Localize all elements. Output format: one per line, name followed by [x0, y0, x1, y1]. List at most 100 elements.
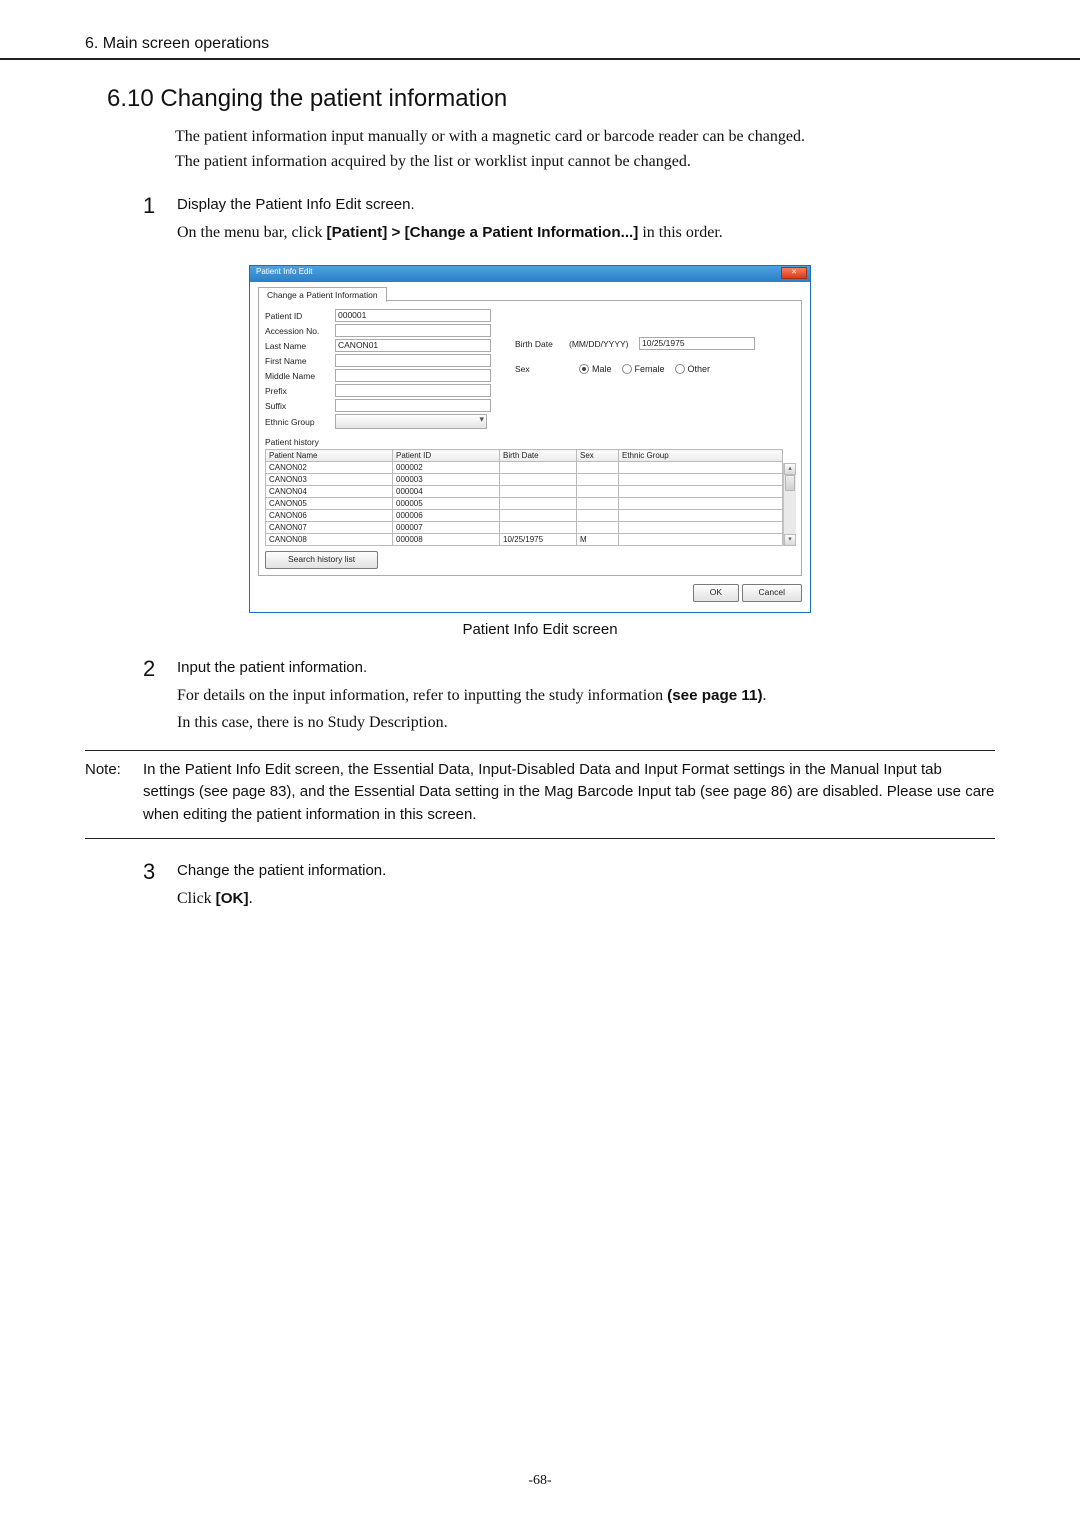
note-label: Note:	[85, 759, 143, 827]
birth-date-hint: (MM/DD/YYYY)	[569, 339, 639, 349]
step-3-number: 3	[143, 859, 177, 885]
table-row[interactable]: CANON0800000810/25/1975M	[266, 534, 783, 546]
col-sex[interactable]: Sex	[577, 450, 619, 462]
middle-name-input[interactable]	[335, 369, 491, 382]
first-name-label: First Name	[265, 356, 335, 366]
cell-birth	[500, 498, 577, 510]
step-2-number: 2	[143, 656, 177, 682]
scroll-down-icon[interactable]: ▾	[784, 534, 796, 546]
cancel-button[interactable]: Cancel	[742, 584, 802, 602]
step-2-desc-2: In this case, there is no Study Descript…	[177, 711, 995, 736]
patient-id-input[interactable]: 000001	[335, 309, 491, 322]
cell-name: CANON03	[266, 474, 393, 486]
sex-other-label: Other	[688, 364, 711, 374]
cell-id: 000005	[393, 498, 500, 510]
accession-label: Accession No.	[265, 326, 335, 336]
cell-sex	[577, 474, 619, 486]
step-3-desc: Click [OK].	[177, 887, 995, 912]
close-icon[interactable]: ✕	[781, 267, 807, 279]
cell-birth	[500, 510, 577, 522]
step-2-desc-c: .	[763, 687, 767, 704]
cell-name: CANON05	[266, 498, 393, 510]
sex-other-radio[interactable]	[675, 364, 685, 374]
history-scrollbar[interactable]: ▴ ▾	[783, 463, 796, 546]
sex-male-radio[interactable]	[579, 364, 589, 374]
cell-eth	[619, 474, 783, 486]
scroll-up-icon[interactable]: ▴	[784, 463, 796, 475]
step-3-title: Change the patient information.	[177, 862, 995, 879]
cell-birth	[500, 522, 577, 534]
ethnic-group-select[interactable]	[335, 414, 487, 429]
cell-name: CANON07	[266, 522, 393, 534]
tab-change-patient-info[interactable]: Change a Patient Information	[258, 287, 387, 302]
table-header-row: Patient Name Patient ID Birth Date Sex E…	[266, 450, 783, 462]
step-1-desc: On the menu bar, click [Patient] > [Chan…	[177, 221, 995, 246]
step-2-title: Input the patient information.	[177, 659, 995, 676]
cell-eth	[619, 534, 783, 546]
cell-eth	[619, 486, 783, 498]
cell-sex	[577, 510, 619, 522]
last-name-label: Last Name	[265, 341, 335, 351]
last-name-input[interactable]: CANON01	[335, 339, 491, 352]
step-3-desc-a: Click	[177, 890, 216, 907]
prefix-input[interactable]	[335, 384, 491, 397]
cell-name: CANON06	[266, 510, 393, 522]
cell-sex: M	[577, 534, 619, 546]
cell-sex	[577, 498, 619, 510]
col-patient-name[interactable]: Patient Name	[266, 450, 393, 462]
col-birth-date[interactable]: Birth Date	[500, 450, 577, 462]
intro-line-1: The patient information input manually o…	[175, 125, 995, 150]
patient-history-table[interactable]: Patient Name Patient ID Birth Date Sex E…	[265, 449, 783, 546]
prefix-label: Prefix	[265, 386, 335, 396]
page-number: -68-	[0, 1473, 1080, 1489]
first-name-input[interactable]	[335, 354, 491, 367]
cell-name: CANON02	[266, 462, 393, 474]
ethnic-group-label: Ethnic Group	[265, 417, 335, 427]
table-row[interactable]: CANON03000003	[266, 474, 783, 486]
table-row[interactable]: CANON06000006	[266, 510, 783, 522]
cell-id: 000008	[393, 534, 500, 546]
cell-name: CANON04	[266, 486, 393, 498]
birth-date-input[interactable]: 10/25/1975	[639, 337, 755, 350]
ok-button[interactable]: OK	[693, 584, 739, 602]
step-3-desc-c: .	[249, 890, 253, 907]
table-row[interactable]: CANON04000004	[266, 486, 783, 498]
cell-id: 000006	[393, 510, 500, 522]
dialog-title-text: Patient Info Edit	[256, 267, 312, 276]
table-row[interactable]: CANON05000005	[266, 498, 783, 510]
figure-caption: Patient Info Edit screen	[85, 621, 995, 638]
sex-female-label: Female	[635, 364, 665, 374]
accession-input[interactable]	[335, 324, 491, 337]
cell-eth	[619, 462, 783, 474]
birth-date-label: Birth Date	[515, 339, 569, 349]
cell-birth	[500, 474, 577, 486]
suffix-input[interactable]	[335, 399, 491, 412]
step-2-desc-1: For details on the input information, re…	[177, 684, 995, 709]
sex-female-radio[interactable]	[622, 364, 632, 374]
step-1-desc-c: in this order.	[638, 224, 722, 241]
step-2-desc-a: For details on the input information, re…	[177, 687, 667, 704]
scroll-thumb[interactable]	[785, 475, 795, 491]
step-3-ok: [OK]	[216, 890, 249, 907]
step-2-ref: (see page 11)	[667, 687, 762, 704]
note-text: In the Patient Info Edit screen, the Ess…	[143, 759, 995, 827]
cell-id: 000004	[393, 486, 500, 498]
cell-id: 000003	[393, 474, 500, 486]
patient-id-label: Patient ID	[265, 311, 335, 321]
cell-birth	[500, 462, 577, 474]
intro-line-2: The patient information acquired by the …	[175, 150, 995, 175]
sex-male-label: Male	[592, 364, 612, 374]
cell-eth	[619, 522, 783, 534]
col-patient-id[interactable]: Patient ID	[393, 450, 500, 462]
table-row[interactable]: CANON02000002	[266, 462, 783, 474]
table-row[interactable]: CANON07000007	[266, 522, 783, 534]
cell-birth: 10/25/1975	[500, 534, 577, 546]
cell-sex	[577, 486, 619, 498]
step-1-title: Display the Patient Info Edit screen.	[177, 196, 995, 213]
step-1-menu: [Patient] > [Change a Patient Informatio…	[327, 224, 639, 241]
note-block: Note: In the Patient Info Edit screen, t…	[85, 750, 995, 840]
cell-id: 000002	[393, 462, 500, 474]
search-history-button[interactable]: Search history list	[265, 551, 378, 569]
col-ethnic-group[interactable]: Ethnic Group	[619, 450, 783, 462]
cell-birth	[500, 486, 577, 498]
